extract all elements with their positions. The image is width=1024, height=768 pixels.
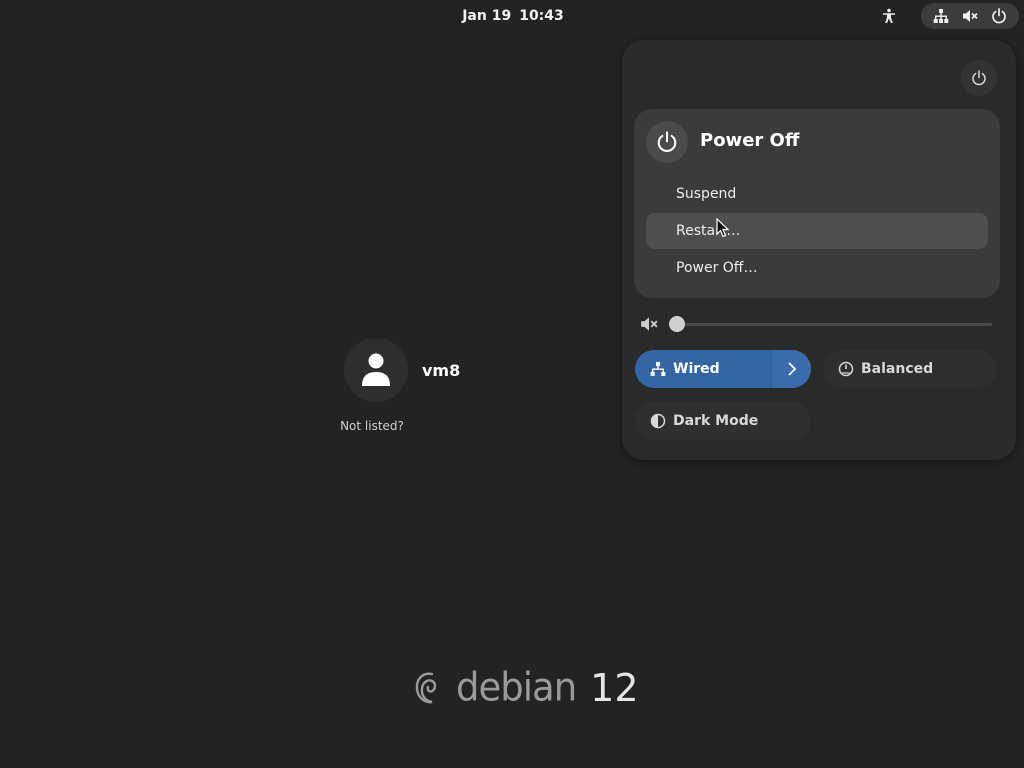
user-icon: [362, 353, 390, 386]
debian-logo: debian 12: [412, 664, 639, 712]
wired-label: Wired: [673, 361, 720, 377]
volume-slider-track[interactable]: [672, 323, 992, 326]
mouse-cursor-icon: [716, 218, 730, 238]
network-wired-icon: [649, 360, 667, 378]
power-submenu-icon: [646, 121, 688, 163]
volume-muted-icon[interactable]: [639, 315, 659, 333]
menu-item-suspend[interactable]: Suspend: [646, 176, 988, 212]
power-profile-label: Balanced: [861, 361, 934, 377]
dark-mode-icon: [649, 412, 667, 430]
accessibility-button[interactable]: [876, 4, 902, 28]
logo-word: debian: [456, 664, 577, 711]
power-submenu-title: Power Off: [700, 130, 800, 151]
login-screen: Jan 19 10:43 vm8 Not listed? debian 12 P…: [0, 0, 1024, 768]
dark-mode-label: Dark Mode: [673, 413, 759, 429]
time-label: 10:43: [519, 8, 564, 24]
system-status-menu[interactable]: [921, 3, 1019, 29]
network-wired-icon: [931, 6, 951, 26]
power-icon: [657, 131, 677, 153]
accessibility-icon: [883, 8, 895, 23]
power-profile-icon: [837, 360, 855, 378]
menu-item-power-off[interactable]: Power Off…: [646, 250, 988, 286]
power-profile-toggle[interactable]: Balanced: [823, 350, 997, 388]
power-menu-button[interactable]: [961, 60, 997, 96]
dark-mode-toggle[interactable]: Dark Mode: [635, 402, 811, 440]
power-icon: [972, 70, 986, 86]
chevron-right-icon: [787, 362, 796, 376]
wired-submenu-arrow[interactable]: [771, 350, 811, 388]
volume-muted-icon: [960, 6, 980, 26]
wired-toggle[interactable]: Wired: [635, 350, 811, 388]
top-bar: Jan 19 10:43: [0, 0, 1024, 32]
debian-swirl-icon: [415, 672, 437, 704]
date-label: Jan 19: [462, 8, 512, 24]
volume-slider-handle[interactable]: [669, 316, 685, 332]
menu-item-restart[interactable]: Restart…: [646, 213, 988, 249]
logo-version: 12: [590, 666, 639, 710]
power-icon: [989, 6, 1009, 26]
user-avatar[interactable]: [344, 338, 408, 402]
not-listed-link[interactable]: Not listed?: [331, 417, 413, 435]
username-label[interactable]: vm8: [422, 360, 460, 382]
date-time[interactable]: Jan 19 10:43: [458, 5, 568, 27]
